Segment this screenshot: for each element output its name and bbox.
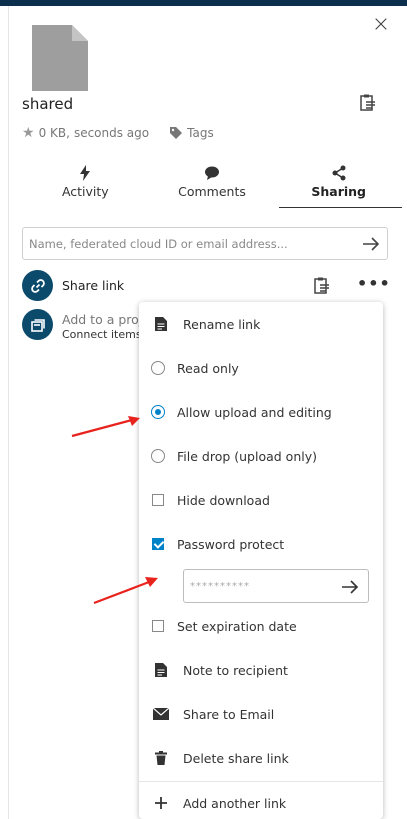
project-title: Add to a proj — [62, 312, 143, 327]
comment-bubble-icon — [205, 166, 219, 180]
link-avatar — [22, 270, 53, 301]
tab-comments-label: Comments — [178, 184, 246, 199]
share-options-menu: Rename link Read only Allow upload and e… — [139, 302, 383, 819]
submit-password-icon[interactable] — [340, 577, 360, 597]
checkbox-password-protect[interactable] — [152, 538, 164, 550]
tags-label[interactable]: Tags — [187, 126, 214, 140]
radio-read-only[interactable] — [151, 361, 165, 375]
file-name: shared — [22, 95, 74, 113]
menu-add-another-label: Add another link — [183, 795, 287, 811]
menu-note-recipient[interactable]: Note to recipient — [139, 650, 383, 690]
tag-icon[interactable] — [169, 126, 183, 140]
copy-link-icon[interactable] — [312, 276, 332, 296]
menu-rename-label: Rename link — [183, 316, 261, 332]
menu-note-label: Note to recipient — [183, 662, 288, 678]
more-options-icon[interactable]: ••• — [357, 274, 391, 293]
password-field — [183, 569, 369, 603]
menu-read-only[interactable]: Read only — [139, 348, 383, 388]
menu-rename-link[interactable]: Rename link — [139, 304, 383, 344]
menu-add-another-link[interactable]: Add another link — [139, 783, 383, 819]
plus-icon — [155, 797, 167, 809]
project-icon — [30, 318, 45, 332]
document-icon — [155, 317, 167, 331]
star-icon[interactable]: ★ — [22, 125, 35, 141]
menu-share-email[interactable]: Share to Email — [139, 694, 383, 734]
menu-hide-download[interactable]: Hide download — [139, 480, 383, 520]
menu-set-expiration[interactable]: Set expiration date — [139, 606, 383, 646]
file-meta: ★ 0 KB, seconds ago Tags — [22, 125, 214, 141]
checkbox-hide-download[interactable] — [152, 494, 164, 506]
link-icon — [30, 278, 45, 293]
share-search-input[interactable] — [23, 228, 343, 259]
tab-activity[interactable]: Activity — [22, 160, 149, 208]
mail-icon — [153, 708, 169, 720]
radio-allow-upload[interactable] — [151, 405, 165, 419]
share-link-row: Share link ••• — [22, 270, 390, 302]
menu-delete-link[interactable]: Delete share link — [139, 738, 383, 778]
file-icon — [32, 25, 88, 91]
share-icon — [332, 165, 346, 181]
menu-password-protect-label: Password protect — [177, 536, 285, 552]
tab-bar: Activity Comments Sharing — [22, 160, 402, 208]
lightning-icon — [80, 165, 91, 181]
radio-file-drop[interactable] — [151, 449, 165, 463]
menu-delete-label: Delete share link — [183, 750, 289, 766]
tab-sharing-label: Sharing — [311, 184, 366, 199]
share-link-label: Share link — [62, 278, 125, 293]
close-icon[interactable]: × — [370, 14, 392, 36]
project-avatar — [22, 309, 53, 340]
menu-hide-download-label: Hide download — [177, 492, 270, 508]
clipboard-icon[interactable] — [358, 93, 378, 113]
file-size: 0 KB, — [38, 126, 70, 140]
tab-comments[interactable]: Comments — [149, 160, 276, 208]
trash-icon — [155, 751, 167, 765]
checkbox-set-expiration[interactable] — [152, 620, 164, 632]
menu-allow-upload[interactable]: Allow upload and editing — [139, 392, 383, 432]
tab-sharing[interactable]: Sharing — [275, 160, 402, 208]
file-modified: seconds ago — [73, 126, 150, 140]
menu-allow-upload-label: Allow upload and editing — [177, 404, 332, 420]
menu-separator — [139, 781, 383, 782]
menu-set-expiration-label: Set expiration date — [177, 618, 297, 634]
arrow-right-icon[interactable] — [361, 234, 381, 254]
password-input[interactable] — [184, 570, 334, 602]
share-search — [22, 227, 388, 260]
menu-file-drop[interactable]: File drop (upload only) — [139, 436, 383, 476]
menu-share-email-label: Share to Email — [183, 706, 275, 722]
menu-file-drop-label: File drop (upload only) — [177, 448, 317, 464]
note-icon — [155, 663, 167, 677]
menu-read-only-label: Read only — [177, 360, 239, 376]
tab-activity-label: Activity — [61, 184, 109, 199]
menu-password-protect[interactable]: Password protect — [139, 524, 383, 564]
project-subtitle: Connect items — [62, 328, 142, 341]
